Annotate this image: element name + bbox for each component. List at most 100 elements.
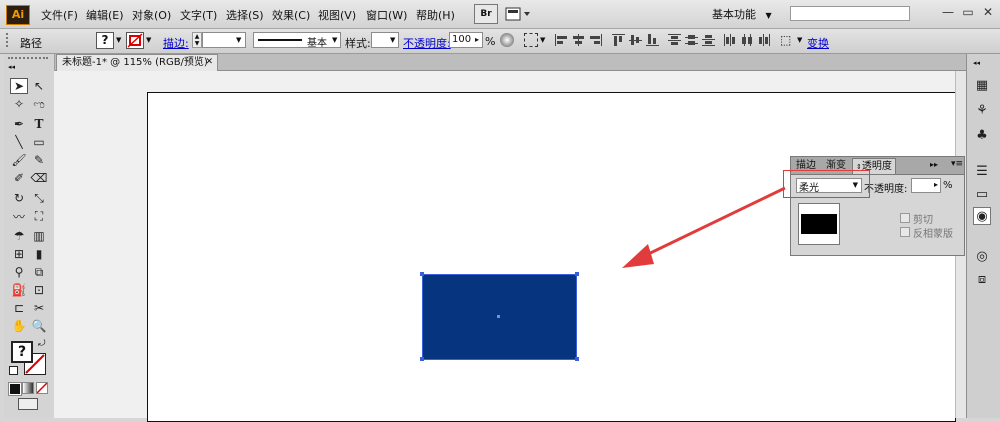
- arrange-documents-button[interactable]: [503, 4, 533, 24]
- chevron-down-icon[interactable]: ▼: [146, 36, 151, 44]
- chevron-down-icon[interactable]: ▼: [236, 36, 241, 44]
- bridge-button[interactable]: Br: [474, 4, 498, 24]
- menu-type[interactable]: 文字(T): [180, 7, 217, 23]
- gradient-tool[interactable]: ▮: [30, 246, 48, 262]
- symbols-panel-icon[interactable]: ♣: [973, 126, 991, 144]
- magic-wand-tool[interactable]: ✧: [10, 96, 28, 112]
- menu-window[interactable]: 窗口(W): [366, 7, 407, 23]
- align-top-icon[interactable]: [612, 34, 626, 46]
- chevron-down-icon[interactable]: ▼: [116, 36, 121, 44]
- style-dropdown[interactable]: ▼: [371, 32, 399, 48]
- hand-tool[interactable]: ✋: [10, 318, 28, 334]
- chevron-right-icon[interactable]: ▸: [934, 180, 938, 189]
- stroke-link[interactable]: 描边:: [163, 35, 189, 51]
- selection-tool[interactable]: ➤: [10, 78, 28, 94]
- stroke-swatch[interactable]: [126, 32, 144, 49]
- swap-fill-stroke-icon[interactable]: ⤾: [38, 339, 46, 349]
- align-horizontal-center-icon[interactable]: [572, 34, 586, 46]
- distribute-left-icon[interactable]: [724, 34, 738, 46]
- scale-tool[interactable]: ⤡: [30, 190, 48, 206]
- recolor-artwork-icon[interactable]: [500, 33, 514, 47]
- none-mode-icon[interactable]: [36, 382, 48, 394]
- transform-link[interactable]: 变换: [807, 35, 829, 51]
- blend-tool[interactable]: ⧉: [30, 264, 48, 280]
- distribute-right-icon[interactable]: [758, 34, 772, 46]
- distribute-top-icon[interactable]: [668, 34, 682, 46]
- zoom-tool[interactable]: 🔍: [30, 318, 48, 334]
- column-graph-tool[interactable]: ▥: [30, 228, 48, 244]
- workspace-switcher[interactable]: 基本功能 ▼: [712, 6, 772, 22]
- stroke-stepper[interactable]: ▲ ▼: [192, 32, 202, 48]
- selection-handle[interactable]: [420, 272, 424, 276]
- fill-color-swatch[interactable]: ?: [11, 341, 33, 363]
- gradient-panel-icon[interactable]: ▭: [973, 185, 991, 203]
- gradient-mode-icon[interactable]: [22, 382, 34, 394]
- invert-mask-checkbox[interactable]: [900, 227, 910, 237]
- close-icon[interactable]: ✕: [205, 55, 213, 70]
- color-mode-icon[interactable]: [8, 382, 22, 396]
- selection-handle[interactable]: [575, 357, 579, 361]
- menu-view[interactable]: 视图(V): [318, 7, 356, 23]
- distribute-bottom-icon[interactable]: [702, 34, 716, 46]
- lasso-tool[interactable]: ಌ: [30, 96, 48, 112]
- restore-button[interactable]: ▭: [958, 5, 978, 21]
- close-button[interactable]: ✕: [978, 5, 998, 21]
- stroke-panel-icon[interactable]: ☰: [973, 162, 991, 180]
- paintbrush-tool[interactable]: 🖌: [10, 152, 28, 168]
- isolate-icon[interactable]: ⬚: [780, 33, 796, 47]
- chevron-down-icon[interactable]: ▼: [797, 36, 802, 44]
- fill-swatch[interactable]: ?: [96, 32, 114, 49]
- menu-help[interactable]: 帮助(H): [416, 7, 455, 23]
- align-bottom-icon[interactable]: [646, 34, 660, 46]
- chevron-down-icon[interactable]: ▼: [540, 36, 545, 44]
- selection-handle[interactable]: [575, 272, 579, 276]
- search-input[interactable]: [790, 6, 910, 21]
- live-paint-selection-tool[interactable]: ⊡: [30, 282, 48, 298]
- artboard[interactable]: [147, 92, 956, 422]
- live-paint-bucket-tool[interactable]: ⛽: [10, 282, 28, 298]
- menu-select[interactable]: 选择(S): [226, 7, 264, 23]
- align-left-icon[interactable]: [555, 34, 569, 46]
- chevron-right-icon[interactable]: ▸: [475, 35, 479, 44]
- pen-tool[interactable]: ✒: [10, 116, 28, 132]
- expand-dock-icon[interactable]: ◂◂: [973, 60, 993, 67]
- align-vertical-center-icon[interactable]: [629, 34, 643, 46]
- appearance-panel-icon[interactable]: ◎: [973, 247, 991, 265]
- clip-checkbox[interactable]: [900, 213, 910, 223]
- brushes-panel-icon[interactable]: ⚘: [973, 101, 991, 119]
- menu-file[interactable]: 文件(F): [41, 7, 78, 23]
- transparency-panel-icon[interactable]: ◉: [973, 207, 991, 225]
- slice-tool[interactable]: ✂: [30, 300, 48, 316]
- align-to-icon[interactable]: [524, 33, 538, 47]
- blob-brush-tool[interactable]: ✐: [10, 170, 28, 186]
- screen-mode-icon[interactable]: [18, 398, 38, 410]
- rectangle-tool[interactable]: ▭: [30, 134, 48, 150]
- graphic-styles-panel-icon[interactable]: ⧈: [973, 270, 991, 288]
- eyedropper-tool[interactable]: ⚲: [10, 264, 28, 280]
- artboard-tool[interactable]: ⊏: [10, 300, 28, 316]
- eraser-tool[interactable]: ⌫: [30, 170, 48, 186]
- direct-selection-tool[interactable]: ↖: [30, 78, 48, 94]
- default-colors-icon[interactable]: [9, 366, 18, 375]
- line-tool[interactable]: ╲: [10, 134, 28, 150]
- object-thumbnail[interactable]: [798, 203, 840, 245]
- collapse-panel-icon[interactable]: ▸▸: [930, 160, 938, 169]
- distribute-horizontal-center-icon[interactable]: [741, 34, 755, 46]
- mesh-tool[interactable]: ⊞: [10, 246, 28, 262]
- panel-menu-icon[interactable]: ▾≡: [951, 159, 963, 169]
- symbol-sprayer-tool[interactable]: ☂: [10, 228, 28, 244]
- pencil-tool[interactable]: ✎: [30, 152, 48, 168]
- minimize-button[interactable]: —: [938, 5, 958, 21]
- warp-tool[interactable]: 〰: [10, 208, 28, 224]
- align-right-icon[interactable]: [589, 34, 603, 46]
- swatches-panel-icon[interactable]: ▦: [973, 76, 991, 94]
- rotate-tool[interactable]: ↻: [10, 190, 28, 206]
- menu-edit[interactable]: 编辑(E): [86, 7, 124, 23]
- menu-effect[interactable]: 效果(C): [272, 7, 310, 23]
- selection-handle[interactable]: [420, 357, 424, 361]
- grip-handle[interactable]: [6, 33, 11, 47]
- opacity-link[interactable]: 不透明度:: [403, 35, 451, 51]
- distribute-vertical-center-icon[interactable]: [685, 34, 699, 46]
- brush-definition-dropdown[interactable]: 基本 ▼: [253, 32, 341, 49]
- collapse-icon[interactable]: ◂◂: [8, 64, 48, 71]
